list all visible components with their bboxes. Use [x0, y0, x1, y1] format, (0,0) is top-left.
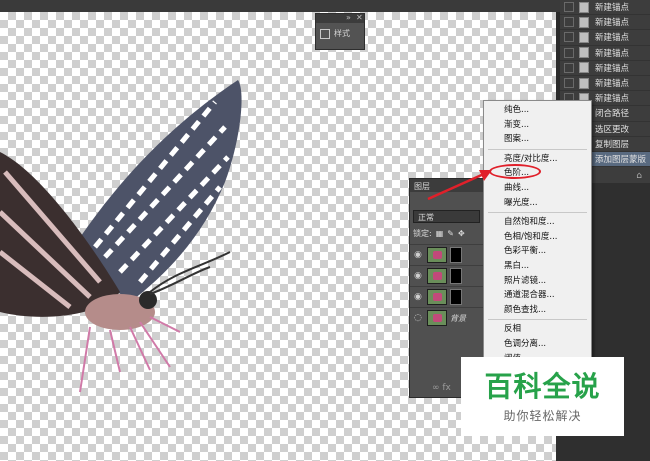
history-item-label: 闭合路径 [595, 109, 630, 120]
document-icon [579, 77, 589, 89]
visibility-eye-icon[interactable]: ◉ [414, 271, 424, 281]
history-item-label: 选区更改 [595, 124, 630, 135]
layer-thumbnail [427, 310, 447, 326]
layer-thumbnail [427, 247, 447, 263]
styles-button[interactable]: 样式 [316, 23, 364, 44]
snapshot-checkbox[interactable] [564, 62, 574, 73]
snapshot-checkbox[interactable] [564, 32, 574, 43]
menu-item-exposure[interactable]: 曝光度... [484, 196, 591, 211]
menu-item-photo-filter[interactable]: 照片滤镜... [484, 274, 591, 289]
menu-separator [488, 212, 587, 214]
snapshot-checkbox[interactable] [564, 47, 574, 58]
document-tab-bar [0, 0, 560, 12]
snapshot-checkbox[interactable] [564, 17, 574, 28]
menu-separator [488, 148, 587, 150]
menu-item-gradient[interactable]: 渐变... [484, 118, 591, 133]
menu-item-curves[interactable]: 曲线... [484, 181, 591, 196]
background-layer-row[interactable]: ◌ 背景 [410, 307, 483, 328]
lock-paint-icon[interactable]: ✎ [447, 229, 454, 238]
menu-item-hue-saturation[interactable]: 色相/饱和度... [484, 230, 591, 245]
menu-item-color-lookup[interactable]: 颜色查找... [484, 303, 591, 318]
styles-icon [320, 28, 330, 39]
menu-item-channel-mixer[interactable]: 通道混合器... [484, 288, 591, 303]
history-item[interactable]: 新建锚点 [560, 15, 650, 31]
lock-pixels-icon[interactable]: ▦ [436, 229, 444, 238]
layers-tab[interactable]: 图层 [410, 179, 483, 192]
snapshot-checkbox[interactable] [564, 78, 574, 89]
snapshot-checkbox[interactable] [564, 2, 574, 13]
menu-separator [488, 319, 587, 321]
styles-panel: » ✕ 样式 [315, 13, 365, 50]
link-fx-icons[interactable]: ∞ fx [432, 383, 451, 393]
history-item-label: 新建锚点 [595, 18, 630, 29]
blend-mode-select[interactable]: 正常 [413, 210, 480, 223]
close-icon[interactable]: ✕ [356, 13, 363, 22]
watermark-subtitle: 助你轻松解决 [503, 409, 582, 423]
history-item-label: 复制图层 [595, 139, 630, 150]
history-item[interactable]: 新建锚点 [560, 61, 650, 76]
menu-item-vibrance[interactable]: 自然饱和度... [484, 215, 591, 230]
document-icon [579, 62, 589, 74]
lock-row: 锁定: ▦ ✎ ✥ [413, 228, 480, 239]
layer-row[interactable]: ◉ [410, 265, 483, 286]
history-item-label: 新建锚点 [595, 63, 630, 74]
collapse-icon[interactable]: » [346, 13, 351, 22]
history-item-label: 新建锚点 [595, 3, 630, 14]
history-item[interactable]: 新建锚点 [560, 0, 650, 16]
document-icon [579, 16, 589, 28]
history-item[interactable]: 新建锚点 [560, 30, 650, 46]
layer-row[interactable]: ◉ [410, 286, 483, 307]
layer-thumbnail [427, 268, 447, 284]
history-item-label: 新建锚点 [595, 79, 630, 90]
watermark-logo: 百科全说 助你轻松解决 [461, 357, 624, 436]
menu-item-pattern[interactable]: 图案... [484, 132, 591, 147]
menu-item-invert[interactable]: 反相 [484, 322, 591, 337]
menu-item-black-white[interactable]: 黑白... [484, 259, 591, 274]
menu-item-color-balance[interactable]: 色彩平衡... [484, 244, 591, 259]
adjustment-layer-menu: 纯色... 渐变... 图案... 亮度/对比度... 色阶... 曲线... … [483, 100, 592, 364]
document-icon [579, 1, 589, 13]
watermark-title: 百科全说 [484, 370, 601, 403]
layer-mask-thumbnail[interactable] [450, 247, 462, 263]
document-icon [579, 31, 589, 43]
highlight-ellipse-annotation [489, 164, 541, 179]
layer-thumbnail [427, 289, 447, 305]
history-item[interactable]: 新建锚点 [560, 76, 650, 92]
butterfly-image [0, 80, 242, 393]
history-item-label: 新建锚点 [595, 94, 630, 105]
menu-item-solid-color[interactable]: 纯色... [484, 103, 591, 118]
layer-mask-thumbnail[interactable] [450, 289, 462, 305]
document-icon [579, 47, 589, 59]
history-item-label: 新建锚点 [595, 33, 630, 44]
styles-panel-titlebar[interactable]: » ✕ [316, 13, 364, 23]
visibility-eye-icon[interactable]: ◌ [414, 313, 424, 323]
lock-label: 锁定: [413, 229, 432, 238]
visibility-eye-icon[interactable]: ◉ [414, 250, 424, 260]
styles-label: 样式 [334, 29, 350, 38]
trash-icon[interactable]: ⌂ [636, 171, 642, 181]
background-layer-name: 背景 [450, 313, 466, 323]
lock-move-icon[interactable]: ✥ [458, 229, 465, 238]
history-item-label: 新建锚点 [595, 48, 630, 59]
layer-row[interactable]: ◉ [410, 244, 483, 265]
menu-item-posterize[interactable]: 色调分离... [484, 337, 591, 352]
history-item-label: 添加图层蒙版 [595, 154, 647, 165]
layer-mask-thumbnail[interactable] [450, 268, 462, 284]
visibility-eye-icon[interactable]: ◉ [414, 292, 424, 302]
history-item[interactable]: 新建锚点 [560, 46, 650, 61]
